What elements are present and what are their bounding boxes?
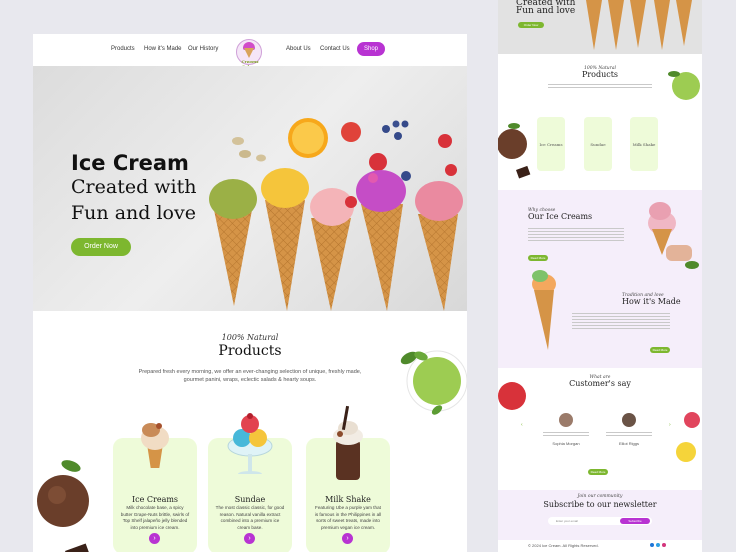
secondary-why-desc-lines <box>528 228 624 243</box>
secondary-card-title: Ice Creams <box>539 142 563 147</box>
instagram-icon[interactable] <box>662 543 666 547</box>
secondary-products-desc-lines <box>548 84 652 90</box>
nav-products[interactable]: Products <box>111 46 135 52</box>
secondary-card-milk-shake: Milk Shake <box>630 117 658 171</box>
nav-how-its-made[interactable]: How it's Made <box>144 46 182 52</box>
product-card-ice-creams: Ice Creams Milk chocolate base, a spicy … <box>113 423 197 552</box>
ice-cream-cone-image <box>141 423 169 468</box>
secondary-news-title: Subscribe to our newsletter <box>543 500 657 509</box>
product-card-arrow-button[interactable]: › <box>149 533 160 544</box>
newsletter-subscribe-button[interactable]: Subscribe <box>620 518 650 524</box>
product-card-sundae: Sundae The most classic classic, for goo… <box>208 413 292 552</box>
product-card-desc: Featuring Ube a purple yam that is famou… <box>314 505 382 530</box>
secondary-page-preview: Created with Fun and love Order Now 100%… <box>498 0 702 552</box>
secondary-order-button[interactable]: Order Now <box>518 22 544 28</box>
product-card-desc: Milk chocolate base, a spicy butter Grap… <box>120 505 190 530</box>
secondary-tall-cone-image <box>532 270 556 350</box>
chevron-left-icon[interactable]: ‹ <box>521 422 523 428</box>
products-section: 100% Natural Products Prepared fresh eve… <box>33 311 467 552</box>
secondary-card-title: Milk Shake <box>632 142 656 147</box>
chocolate-bowl-image <box>33 460 95 552</box>
secondary-card-ice-creams: Ice Creams <box>537 117 565 171</box>
testimonial-text-lines <box>543 432 589 438</box>
main-page: Products How it's Made Our History Cream… <box>33 34 467 552</box>
sundae-glass-image <box>227 413 273 474</box>
secondary-card-title: Sundae <box>590 142 606 147</box>
secondary-made-title: How it's Made <box>622 297 681 306</box>
nav-our-history[interactable]: Our History <box>188 46 218 52</box>
products-kicker: 100% Natural <box>221 333 279 342</box>
twitter-icon[interactable] <box>656 543 660 547</box>
product-card-milk-shake: Milk Shake Featuring Ube a purple yam th… <box>306 405 390 552</box>
secondary-hero-line-2: Fun and love <box>516 6 576 16</box>
product-card-title: Sundae <box>234 495 266 504</box>
product-card-title: Ice Creams <box>131 495 179 504</box>
avatar <box>622 413 636 427</box>
secondary-card-sundae: Sundae <box>584 117 612 171</box>
secondary-pistachio-bowl <box>668 71 700 100</box>
hero-section: Ice Cream Created with Fun and love Orde… <box>33 66 467 311</box>
secondary-news-kicker: Join our community <box>577 494 623 499</box>
hero-title-line-3: Fun and love <box>71 202 196 224</box>
secondary-why-button[interactable]: Read More <box>528 255 548 261</box>
footer-copyright: © 2024 Ice Cream. All Rights Reserved. <box>528 543 599 548</box>
milk-shake-image <box>333 405 363 480</box>
secondary-hero: Created with Fun and love Order Now <box>498 0 702 54</box>
nav-about-us[interactable]: About Us <box>286 46 311 52</box>
product-card-arrow-button[interactable]: › <box>342 533 353 544</box>
nav-contact-us[interactable]: Contact Us <box>320 46 350 52</box>
secondary-hand-cone-image <box>648 202 699 269</box>
product-card-arrow-button[interactable]: › <box>244 533 255 544</box>
secondary-berry-scoop-image <box>498 382 526 410</box>
shop-button[interactable]: Shop <box>357 42 385 56</box>
facebook-icon[interactable] <box>650 543 654 547</box>
order-now-button[interactable]: Order Now <box>71 238 131 256</box>
top-nav: Products How it's Made Our History Cream… <box>33 34 467 69</box>
product-card-desc: The most classic classic, for good reaso… <box>215 505 285 530</box>
secondary-test-button[interactable]: Read More <box>588 469 608 475</box>
secondary-why-title: Our Ice Creams <box>528 212 593 221</box>
secondary-made-desc-lines <box>572 313 670 331</box>
hero-title-line-2: Created with <box>71 176 197 198</box>
hero-title-line-1: Ice Cream <box>71 151 189 175</box>
testimonial-name: Elliot Riggs <box>618 441 639 446</box>
testimonial-name: Sophia Morgan <box>552 441 580 446</box>
products-title: Products <box>218 343 282 359</box>
testimonial-text-lines <box>606 432 652 438</box>
chevron-right-icon[interactable]: › <box>669 422 671 428</box>
avatar <box>559 413 573 427</box>
secondary-made-button[interactable]: Read More <box>650 347 670 353</box>
products-description: Prepared fresh every morning, we offer a… <box>138 369 362 383</box>
product-card-title: Milk Shake <box>325 495 371 504</box>
